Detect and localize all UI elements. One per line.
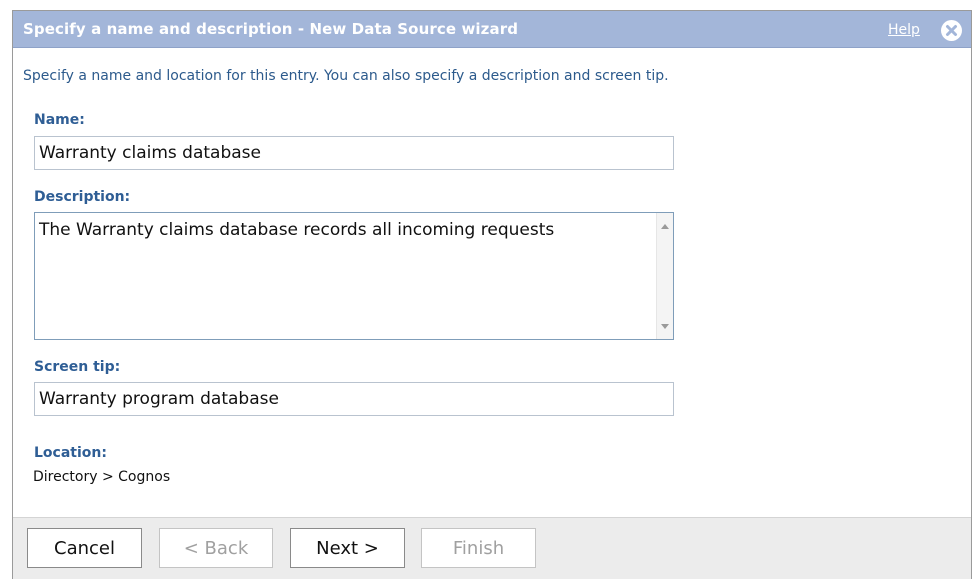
screen-tip-field[interactable] [34,382,674,416]
intro-text: Specify a name and location for this ent… [23,68,669,84]
description-field[interactable]: The Warranty claims database records all… [35,213,657,339]
scroll-down-icon[interactable] [661,324,669,329]
dialog-title: Specify a name and description - New Dat… [23,20,519,38]
help-link[interactable]: Help [888,22,920,38]
description-scrollbar[interactable] [656,213,673,339]
description-label: Description: [34,189,131,205]
next-button[interactable]: Next > [290,528,405,568]
location-value: Directory > Cognos [33,469,171,485]
cancel-button[interactable]: Cancel [27,528,142,568]
finish-button[interactable]: Finish [421,528,536,568]
description-field-container: The Warranty claims database records all… [34,212,674,340]
name-field[interactable] [34,136,674,170]
wizard-button-bar: Cancel < Back Next > Finish [13,517,971,579]
new-data-source-wizard-dialog: Specify a name and description - New Dat… [12,10,972,579]
dialog-title-bar: Specify a name and description - New Dat… [13,11,971,48]
back-button[interactable]: < Back [159,528,273,568]
close-icon[interactable] [941,20,962,41]
screen-tip-label: Screen tip: [34,359,121,375]
location-label: Location: [34,445,107,461]
name-label: Name: [34,112,85,128]
scroll-up-icon[interactable] [661,224,669,229]
